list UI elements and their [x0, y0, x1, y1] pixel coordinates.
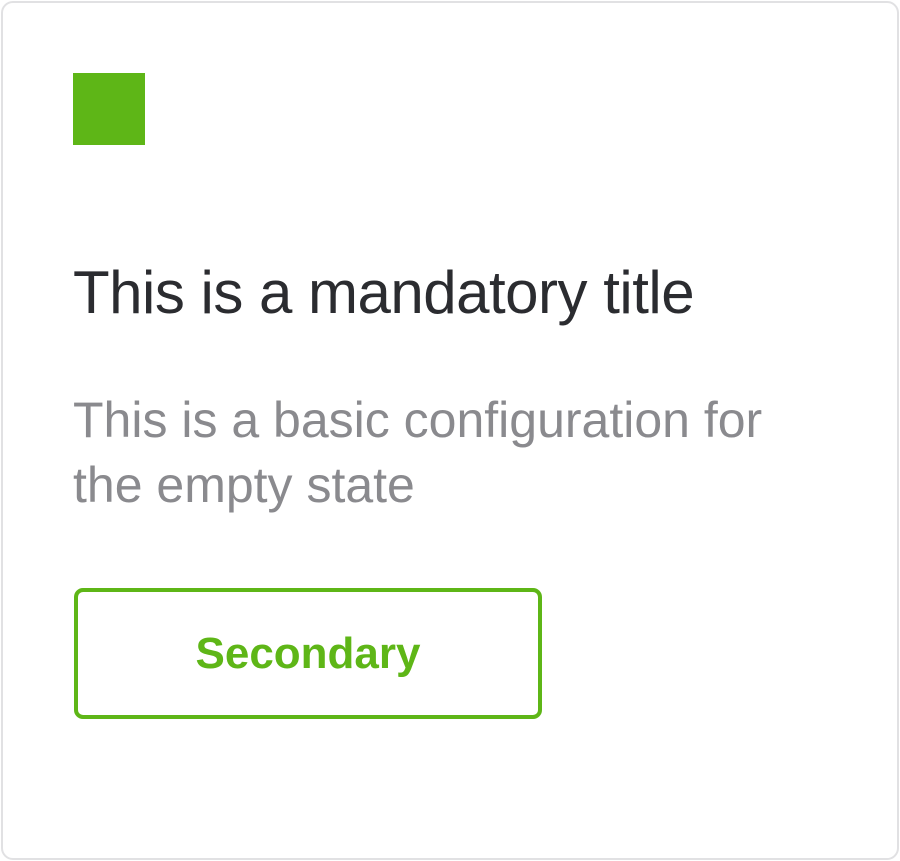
empty-state-description: This is a basic configuration for the em… — [73, 392, 763, 513]
empty-state-card: This is a mandatory title This is a basi… — [1, 1, 899, 860]
secondary-button[interactable]: Secondary — [74, 588, 542, 719]
green-square-icon — [73, 73, 145, 145]
green-square-shape — [73, 73, 145, 145]
empty-state-title: This is a mandatory title — [73, 259, 695, 326]
